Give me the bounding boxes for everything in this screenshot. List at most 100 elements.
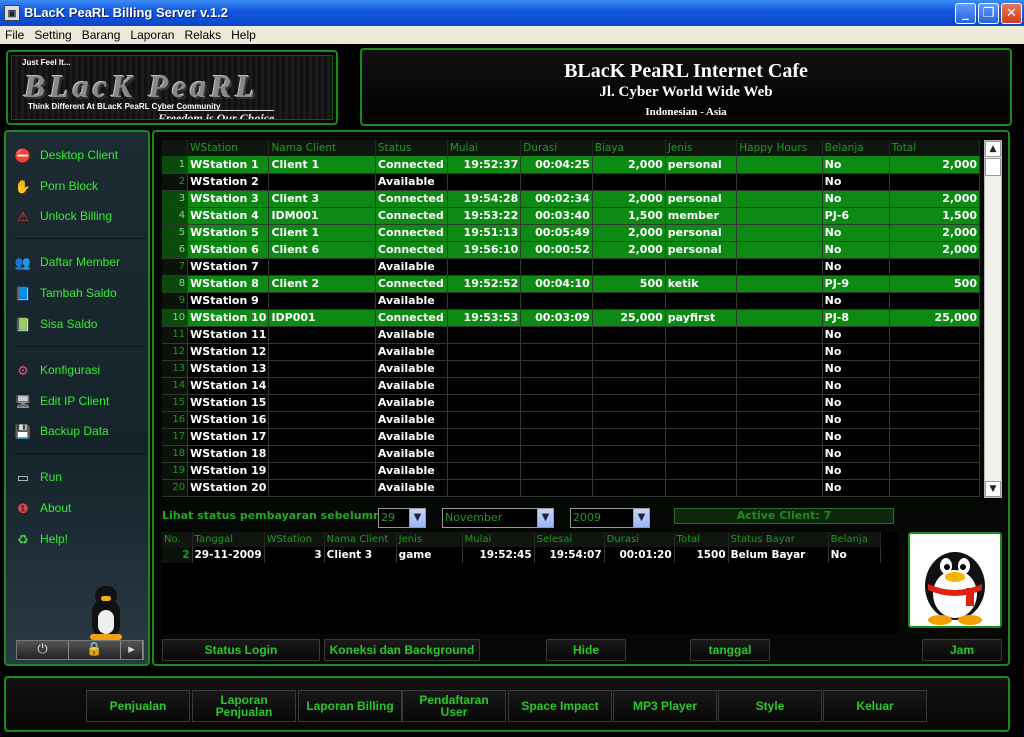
payment-history-grid[interactable]: No. Tanggal WStation Nama Client Jenis M… [162, 532, 898, 634]
chevron-down-icon[interactable]: ▼ [409, 509, 425, 527]
table-row[interactable]: 3 WStation 3 Client 3 Connected 19:54:28 00:0… [162, 190, 980, 208]
detail-col-total[interactable]: Total [674, 532, 729, 547]
arrow-right-icon[interactable]: ▸ [121, 641, 143, 659]
grid-cell-durasi: 00:04:25 [520, 156, 593, 174]
month-select[interactable]: November ▼ [442, 508, 554, 528]
detail-col-durasi[interactable]: Durasi [604, 532, 675, 547]
chevron-down-icon[interactable]: ▼ [537, 509, 553, 527]
style-button[interactable]: Style [718, 690, 822, 722]
table-row[interactable]: 13 WStation 13 Available No [162, 360, 980, 378]
detail-col-status-bayar[interactable]: Status Bayar [728, 532, 829, 547]
sidebar-item-tambah-saldo[interactable]: 📘 Tambah Saldo [14, 282, 144, 304]
title-bar[interactable]: ▣ BLacK PeaRL Billing Server v.1.2 _ ❐ ✕ [0, 0, 1024, 26]
sidebar-item-sisa-saldo[interactable]: 📗 Sisa Saldo [14, 313, 144, 335]
grid-col-wstation[interactable]: WStation [187, 140, 270, 156]
table-row[interactable]: 16 WStation 16 Available No [162, 411, 980, 429]
scroll-down-icon[interactable]: ▼ [985, 481, 1001, 497]
year-select[interactable]: 2009 ▼ [570, 508, 650, 528]
menu-file[interactable]: File [0, 26, 29, 44]
table-row[interactable]: 19 WStation 19 Available No [162, 462, 980, 480]
grid-col-mulai[interactable]: Mulai [447, 140, 522, 156]
grid-col-jenis[interactable]: Jenis [665, 140, 738, 156]
grid-cell-client [268, 343, 376, 361]
status-login-button[interactable]: Status Login [162, 639, 320, 661]
table-row[interactable]: 20 WStation 20 Available No [162, 479, 980, 497]
menu-barang[interactable]: Barang [77, 26, 126, 44]
sidebar-item-unlock-billing[interactable]: ⚠ Unlock Billing [14, 205, 144, 227]
detail-col-jenis[interactable]: Jenis [396, 532, 463, 547]
table-row[interactable]: 15 WStation 15 Available No [162, 394, 980, 412]
detail-col-tanggal[interactable]: Tanggal [192, 532, 265, 547]
sidebar-item-daftar-member[interactable]: 👥 Daftar Member [14, 251, 144, 273]
grid-col-status[interactable]: Status [375, 140, 448, 156]
power-icon[interactable]: ⏻ [17, 641, 69, 659]
table-row[interactable]: 11 WStation 11 Available No [162, 326, 980, 344]
grid-cell-total: 2,000 [889, 156, 980, 174]
scroll-up-icon[interactable]: ▲ [985, 141, 1001, 157]
grid-col-total[interactable]: Total [889, 140, 980, 156]
table-row[interactable]: 9 WStation 9 Available No [162, 292, 980, 310]
laporan-penjualan-button[interactable]: Laporan Penjualan [192, 690, 296, 722]
chevron-down-icon[interactable]: ▼ [633, 509, 649, 527]
detail-col-selesai[interactable]: Selesai [534, 532, 605, 547]
grid-col-durasi[interactable]: Durasi [520, 140, 593, 156]
mp3-player-button[interactable]: MP3 Player [613, 690, 717, 722]
menu-laporan[interactable]: Laporan [125, 26, 179, 44]
laporan-billing-button[interactable]: Laporan Billing [298, 690, 402, 722]
grid-col-happy-hours[interactable]: Happy Hours [736, 140, 823, 156]
sidebar-item-backup-data[interactable]: 💾 Backup Data [14, 420, 144, 442]
app-icon: ▣ [4, 5, 20, 21]
table-row[interactable]: 5 WStation 5 Client 1 Connected 19:51:13 00:0… [162, 224, 980, 242]
grid-cell-jenis [665, 292, 738, 310]
table-row[interactable]: 14 WStation 14 Available No [162, 377, 980, 395]
keluar-button[interactable]: Keluar [823, 690, 927, 722]
lock-icon[interactable]: 🔒 [69, 641, 121, 659]
sidebar-item-about[interactable]: ❶ About [14, 497, 144, 519]
grid-cell-client [268, 292, 376, 310]
sidebar-item-run[interactable]: ▭ Run [14, 466, 144, 488]
detail-col-belanja[interactable]: Belanja [828, 532, 881, 547]
penjualan-button[interactable]: Penjualan [86, 690, 190, 722]
table-row[interactable]: 10 WStation 10 IDP001 Connected 19:53:53 00:0… [162, 309, 980, 327]
table-row[interactable]: 18 WStation 18 Available No [162, 445, 980, 463]
scroll-thumb[interactable] [985, 158, 1001, 176]
grid-cell-status: Available [375, 292, 448, 310]
table-row[interactable]: 2 29-11-2009 3 Client 3 game 19:52:45 19… [162, 547, 881, 563]
tanggal-button[interactable]: tanggal [690, 639, 770, 661]
grid-col-belanja[interactable]: Belanja [822, 140, 890, 156]
table-row[interactable]: 1 WStation 1 Client 1 Connected 19:52:37 00:0… [162, 156, 980, 174]
table-row[interactable]: 17 WStation 17 Available No [162, 428, 980, 446]
menu-help[interactable]: Help [226, 26, 261, 44]
sidebar-item-help[interactable]: ♻ Help! [14, 528, 144, 550]
sidebar-item-desktop-client[interactable]: ⛔ Desktop Client [14, 144, 144, 166]
table-row[interactable]: 2 WStation 2 Available No [162, 173, 980, 191]
day-select[interactable]: 29 ▼ [378, 508, 426, 528]
space-impact-button[interactable]: Space Impact [508, 690, 612, 722]
sidebar-item-konfigurasi[interactable]: ⚙ Konfigurasi [14, 359, 144, 381]
grid-scrollbar[interactable]: ▲ ▼ [984, 140, 1002, 498]
detail-col-no[interactable]: No. [162, 532, 193, 547]
jam-button[interactable]: Jam [922, 639, 1002, 661]
table-row[interactable]: 4 WStation 4 IDM001 Connected 19:53:22 00:03:… [162, 207, 980, 225]
koneksi-background-button[interactable]: Koneksi dan Background [324, 639, 480, 661]
grid-cell-jenis: personal [665, 190, 738, 208]
pendaftaran-user-button[interactable]: Pendaftaran User [402, 690, 506, 722]
sidebar-item-edit-ip-client[interactable]: 🖥 Edit IP Client [14, 390, 144, 412]
detail-col-wstation[interactable]: WStation [264, 532, 325, 547]
detail-col-nama-client[interactable]: Nama Client [324, 532, 397, 547]
table-row[interactable]: 8 WStation 8 Client 2 Connected 19:52:52 00:0… [162, 275, 980, 293]
hide-button[interactable]: Hide [546, 639, 626, 661]
table-row[interactable]: 12 WStation 12 Available No [162, 343, 980, 361]
menu-setting[interactable]: Setting [29, 26, 76, 44]
table-row[interactable]: 7 WStation 7 Available No [162, 258, 980, 276]
detail-col-mulai[interactable]: Mulai [462, 532, 535, 547]
grid-col-nama-client[interactable]: Nama Client [268, 140, 376, 156]
close-button[interactable]: ✕ [1001, 3, 1022, 24]
maximize-button[interactable]: ❐ [978, 3, 999, 24]
sidebar-item-porn-block[interactable]: ✋ Porn Block [14, 175, 144, 197]
minimize-button[interactable]: _ [955, 3, 976, 24]
table-row[interactable]: 6 WStation 6 Client 6 Connected 19:56:10 00:0… [162, 241, 980, 259]
menu-relaks[interactable]: Relaks [179, 26, 226, 44]
workstation-grid[interactable]: WStation Nama Client Status Mulai Durasi… [162, 140, 980, 498]
grid-col-biaya[interactable]: Biaya [592, 140, 666, 156]
